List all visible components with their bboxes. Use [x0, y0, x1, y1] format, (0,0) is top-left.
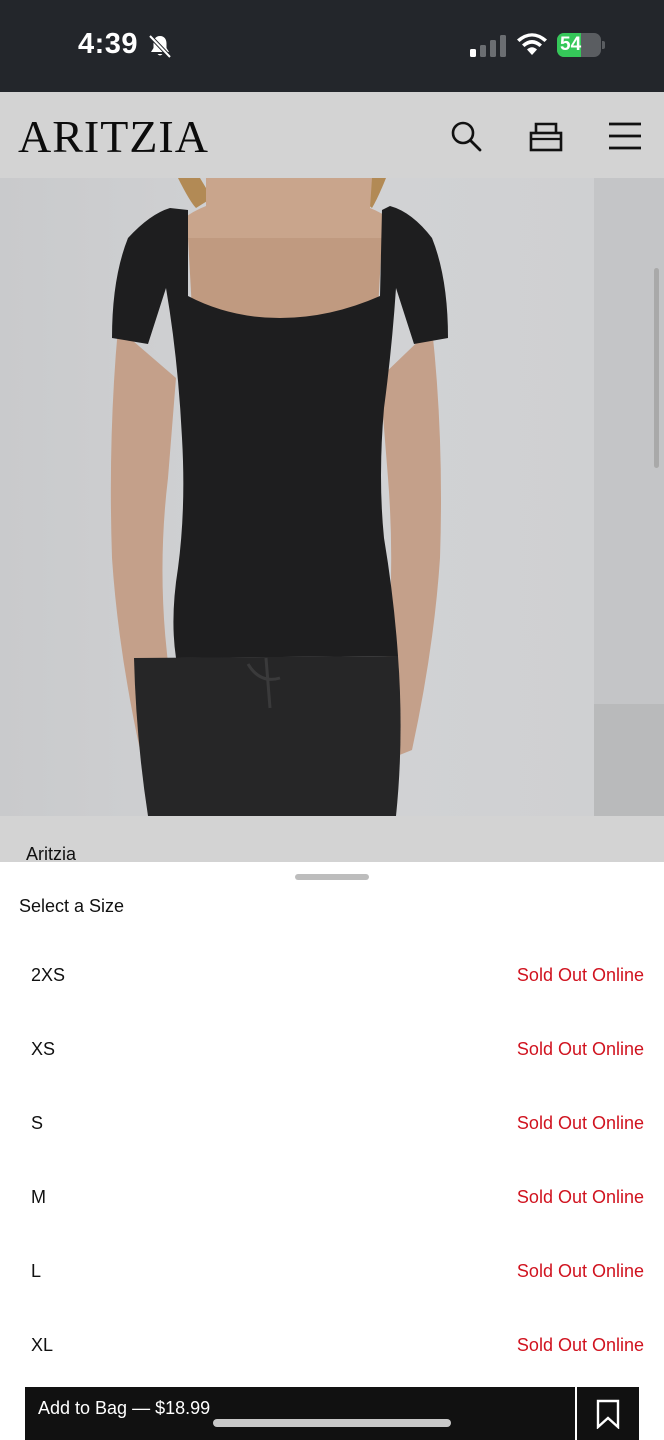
- size-status: Sold Out Online: [516, 1187, 644, 1207]
- size-status: Sold Out Online: [516, 965, 644, 985]
- product-image[interactable]: [0, 178, 594, 816]
- size-label: L: [31, 1261, 42, 1281]
- status-bar: 4:39 54: [0, 0, 664, 92]
- bookmark-icon: [596, 1399, 620, 1429]
- scrollbar-thumb[interactable]: [654, 268, 659, 468]
- status-time: 4:39: [78, 28, 139, 60]
- bag-icon[interactable]: [528, 118, 564, 154]
- size-option-l[interactable]: L Sold Out Online: [0, 1237, 664, 1311]
- top-nav: ARITZIA: [0, 92, 664, 178]
- wishlist-button[interactable]: [577, 1387, 639, 1440]
- bell-muted-icon: [148, 34, 172, 59]
- add-to-bag-button[interactable]: Add to Bag — $18.99: [25, 1387, 575, 1440]
- size-option-xs[interactable]: XS Sold Out Online: [0, 1015, 664, 1089]
- product-info-strip: Aritzia: [0, 816, 664, 864]
- wifi-icon: [517, 33, 547, 55]
- size-select-sheet: Select a Size 2XS Sold Out Online XS Sol…: [0, 862, 664, 1440]
- sheet-title: Select a Size: [19, 896, 125, 916]
- battery-level-text: 54: [560, 34, 582, 55]
- size-option-s[interactable]: S Sold Out Online: [0, 1089, 664, 1163]
- signal-icon: [470, 35, 506, 57]
- size-option-xl[interactable]: XL Sold Out Online: [0, 1311, 664, 1385]
- brand-logo[interactable]: ARITZIA: [18, 110, 209, 163]
- model-photo-illustration: [110, 178, 448, 816]
- size-label: XS: [31, 1039, 56, 1059]
- menu-icon[interactable]: [607, 118, 643, 154]
- size-status: Sold Out Online: [516, 1039, 644, 1059]
- battery-body: 54: [557, 33, 601, 57]
- size-label: M: [31, 1187, 46, 1207]
- battery-indicator: 54: [557, 33, 605, 57]
- battery-tip: [602, 41, 605, 49]
- size-label: 2XS: [31, 965, 66, 985]
- size-option-m[interactable]: M Sold Out Online: [0, 1163, 664, 1237]
- search-icon[interactable]: [448, 118, 484, 154]
- next-image-peek-lower: [594, 704, 664, 816]
- size-label: S: [31, 1113, 44, 1133]
- sheet-grabber[interactable]: [295, 874, 369, 880]
- size-option-2xs[interactable]: 2XS Sold Out Online: [0, 941, 664, 1015]
- size-status: Sold Out Online: [516, 1261, 644, 1281]
- size-label: XL: [31, 1335, 54, 1355]
- screen: 4:39 54 ARITZIA Aritzia Select a Size 2X…: [0, 0, 664, 1440]
- size-status: Sold Out Online: [516, 1113, 644, 1133]
- add-to-bag-label: Add to Bag — $18.99: [38, 1398, 211, 1418]
- home-indicator[interactable]: [213, 1419, 451, 1427]
- size-status: Sold Out Online: [516, 1335, 644, 1355]
- product-page-dimmed: ARITZIA Aritzia: [0, 92, 664, 864]
